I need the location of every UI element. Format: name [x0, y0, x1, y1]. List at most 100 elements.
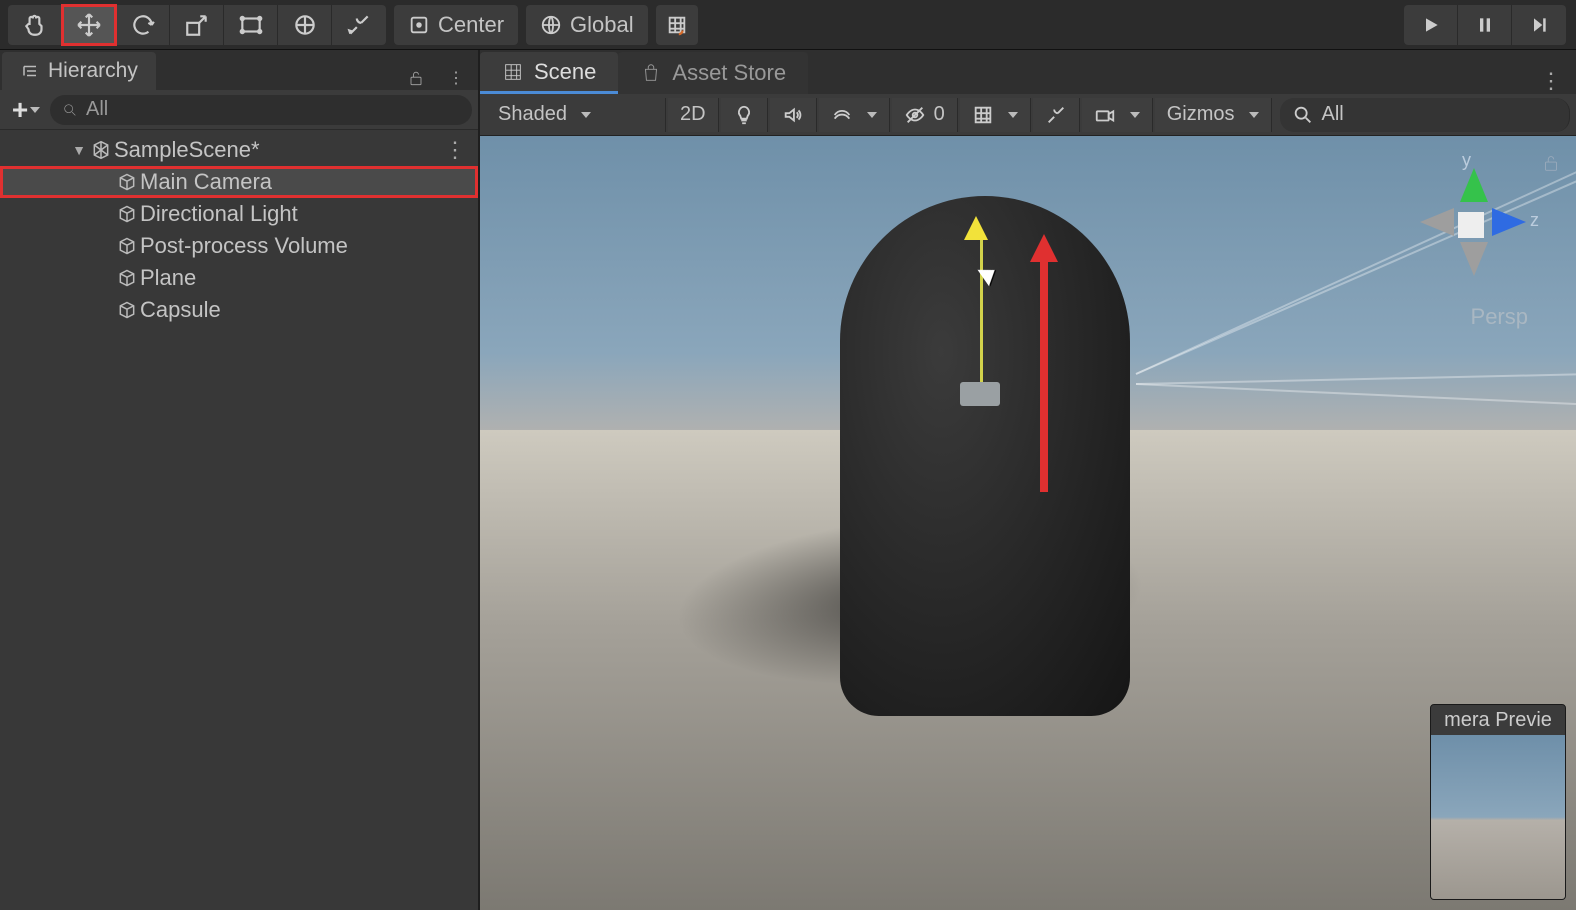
hidden-count: 0 [934, 103, 945, 126]
scene-search-placeholder: All [1322, 103, 1344, 126]
scene-root-row[interactable]: ▼ SampleScene* ⋮ [0, 134, 478, 166]
scene-tab-label: Scene [534, 59, 596, 85]
expand-arrow-icon[interactable]: ▼ [70, 142, 88, 158]
hierarchy-tree: ▼ SampleScene* ⋮ Main Camera Directional… [0, 130, 478, 910]
orientation-gizmo[interactable]: y z [1406, 156, 1536, 286]
step-button[interactable] [1512, 5, 1566, 45]
item-label: Plane [140, 265, 196, 291]
item-label: Main Camera [140, 169, 272, 195]
plus-icon: + [12, 94, 28, 126]
camera-icon [1094, 104, 1116, 126]
scene-toolbar: Shaded 2D 0 [480, 94, 1576, 136]
camera-preview-overlay[interactable]: mera Previe [1430, 704, 1566, 900]
move-gizmo-y-axis[interactable] [974, 216, 988, 400]
scene-tools-button[interactable] [1033, 98, 1080, 132]
projection-label[interactable]: Persp [1471, 304, 1528, 330]
scene-viewport[interactable]: y z Persp mera Previe [480, 136, 1576, 910]
play-button[interactable] [1404, 5, 1458, 45]
search-icon [1292, 104, 1314, 126]
scene-name: SampleScene* [114, 137, 260, 163]
pivot-label: Center [438, 12, 504, 38]
pivot-toggle[interactable]: Center [394, 5, 518, 45]
gizmo-shaft [980, 240, 983, 400]
scene-tab[interactable]: Scene [480, 52, 618, 94]
lock-open-icon [406, 68, 426, 88]
hierarchy-search-input[interactable]: All [50, 95, 472, 125]
effects-icon [831, 104, 853, 126]
hierarchy-item-plane[interactable]: Plane [0, 262, 478, 294]
grid-snap-icon [666, 14, 688, 36]
audio-toggle[interactable] [770, 98, 817, 132]
hidden-objects-toggle[interactable]: 0 [892, 98, 958, 132]
globe-icon [540, 14, 562, 36]
lighting-toggle[interactable] [721, 98, 768, 132]
hierarchy-tabbar: Hierarchy ⋮ [0, 50, 478, 90]
axis-z-cone-icon [1492, 208, 1526, 236]
rect-icon [238, 12, 264, 38]
shading-mode-dropdown[interactable]: Shaded [486, 98, 666, 132]
hierarchy-item-main-camera[interactable]: Main Camera [0, 166, 478, 198]
cube-icon [114, 300, 140, 320]
axis-neg-y-cone-icon [1460, 242, 1488, 276]
hierarchy-item-directional-light[interactable]: Directional Light [0, 198, 478, 230]
asset-store-tab-label: Asset Store [672, 60, 786, 86]
toggle-2d-button[interactable]: 2D [668, 98, 719, 132]
transform-tool-button[interactable] [278, 5, 332, 45]
move-tool-button[interactable] [62, 5, 116, 45]
center-icon [408, 14, 430, 36]
tools-icon [346, 12, 372, 38]
play-icon [1421, 15, 1441, 35]
panel-menu-button[interactable]: ⋮ [444, 66, 468, 90]
scene-panel: Scene Asset Store ⋮ Shaded 2D [480, 50, 1576, 910]
2d-label: 2D [680, 103, 706, 126]
hierarchy-item-capsule[interactable]: Capsule [0, 294, 478, 326]
camera-preview-title: mera Previe [1431, 705, 1565, 735]
scene-search-input[interactable]: All [1280, 98, 1571, 132]
move-icon [76, 12, 102, 38]
viewport-lock-button[interactable] [1540, 152, 1562, 179]
axis-center-cube-icon [1458, 212, 1484, 238]
rotate-tool-button[interactable] [116, 5, 170, 45]
rect-tool-button[interactable] [224, 5, 278, 45]
create-button[interactable]: + [6, 94, 46, 126]
hierarchy-item-post-process-volume[interactable]: Post-process Volume [0, 230, 478, 262]
cube-icon [114, 204, 140, 224]
audio-icon [782, 104, 804, 126]
step-icon [1529, 15, 1549, 35]
axis-y-cone-icon [1460, 168, 1488, 202]
gizmo-arrowhead-icon [964, 216, 988, 240]
axis-neg-cone-icon [1420, 208, 1454, 236]
chevron-down-icon [30, 107, 40, 113]
asset-store-tab[interactable]: Asset Store [618, 52, 808, 94]
hand-tool-button[interactable] [8, 5, 62, 45]
custom-tool-button[interactable] [332, 5, 386, 45]
gizmos-label: Gizmos [1167, 103, 1235, 126]
grid-icon [972, 104, 994, 126]
row-menu-button[interactable]: ⋮ [444, 137, 466, 163]
camera-gizmo-icon [960, 382, 1000, 406]
camera-preview-viewport [1431, 735, 1565, 899]
scale-tool-button[interactable] [170, 5, 224, 45]
cube-icon [114, 172, 140, 192]
scene-panel-menu-button[interactable]: ⋮ [1540, 68, 1562, 94]
item-label: Post-process Volume [140, 233, 348, 259]
search-icon [62, 102, 78, 118]
grid-visibility-dropdown[interactable] [960, 98, 1031, 132]
effects-dropdown[interactable] [819, 98, 890, 132]
hand-icon [22, 12, 48, 38]
pause-button[interactable] [1458, 5, 1512, 45]
panel-lock-button[interactable] [404, 66, 428, 90]
search-placeholder: All [86, 98, 108, 121]
kebab-icon: ⋮ [448, 68, 464, 88]
rotate-icon [130, 12, 156, 38]
lock-open-icon [1540, 152, 1562, 174]
gizmos-dropdown[interactable]: Gizmos [1155, 98, 1272, 132]
space-label: Global [570, 12, 634, 38]
transform-tool-group [8, 5, 386, 45]
hierarchy-tab[interactable]: Hierarchy [2, 52, 156, 90]
scene-icon [502, 61, 524, 83]
space-toggle[interactable]: Global [526, 5, 648, 45]
scene-tabbar: Scene Asset Store ⋮ [480, 50, 1576, 94]
camera-settings-dropdown[interactable] [1082, 98, 1153, 132]
grid-snap-toggle[interactable] [656, 5, 698, 45]
